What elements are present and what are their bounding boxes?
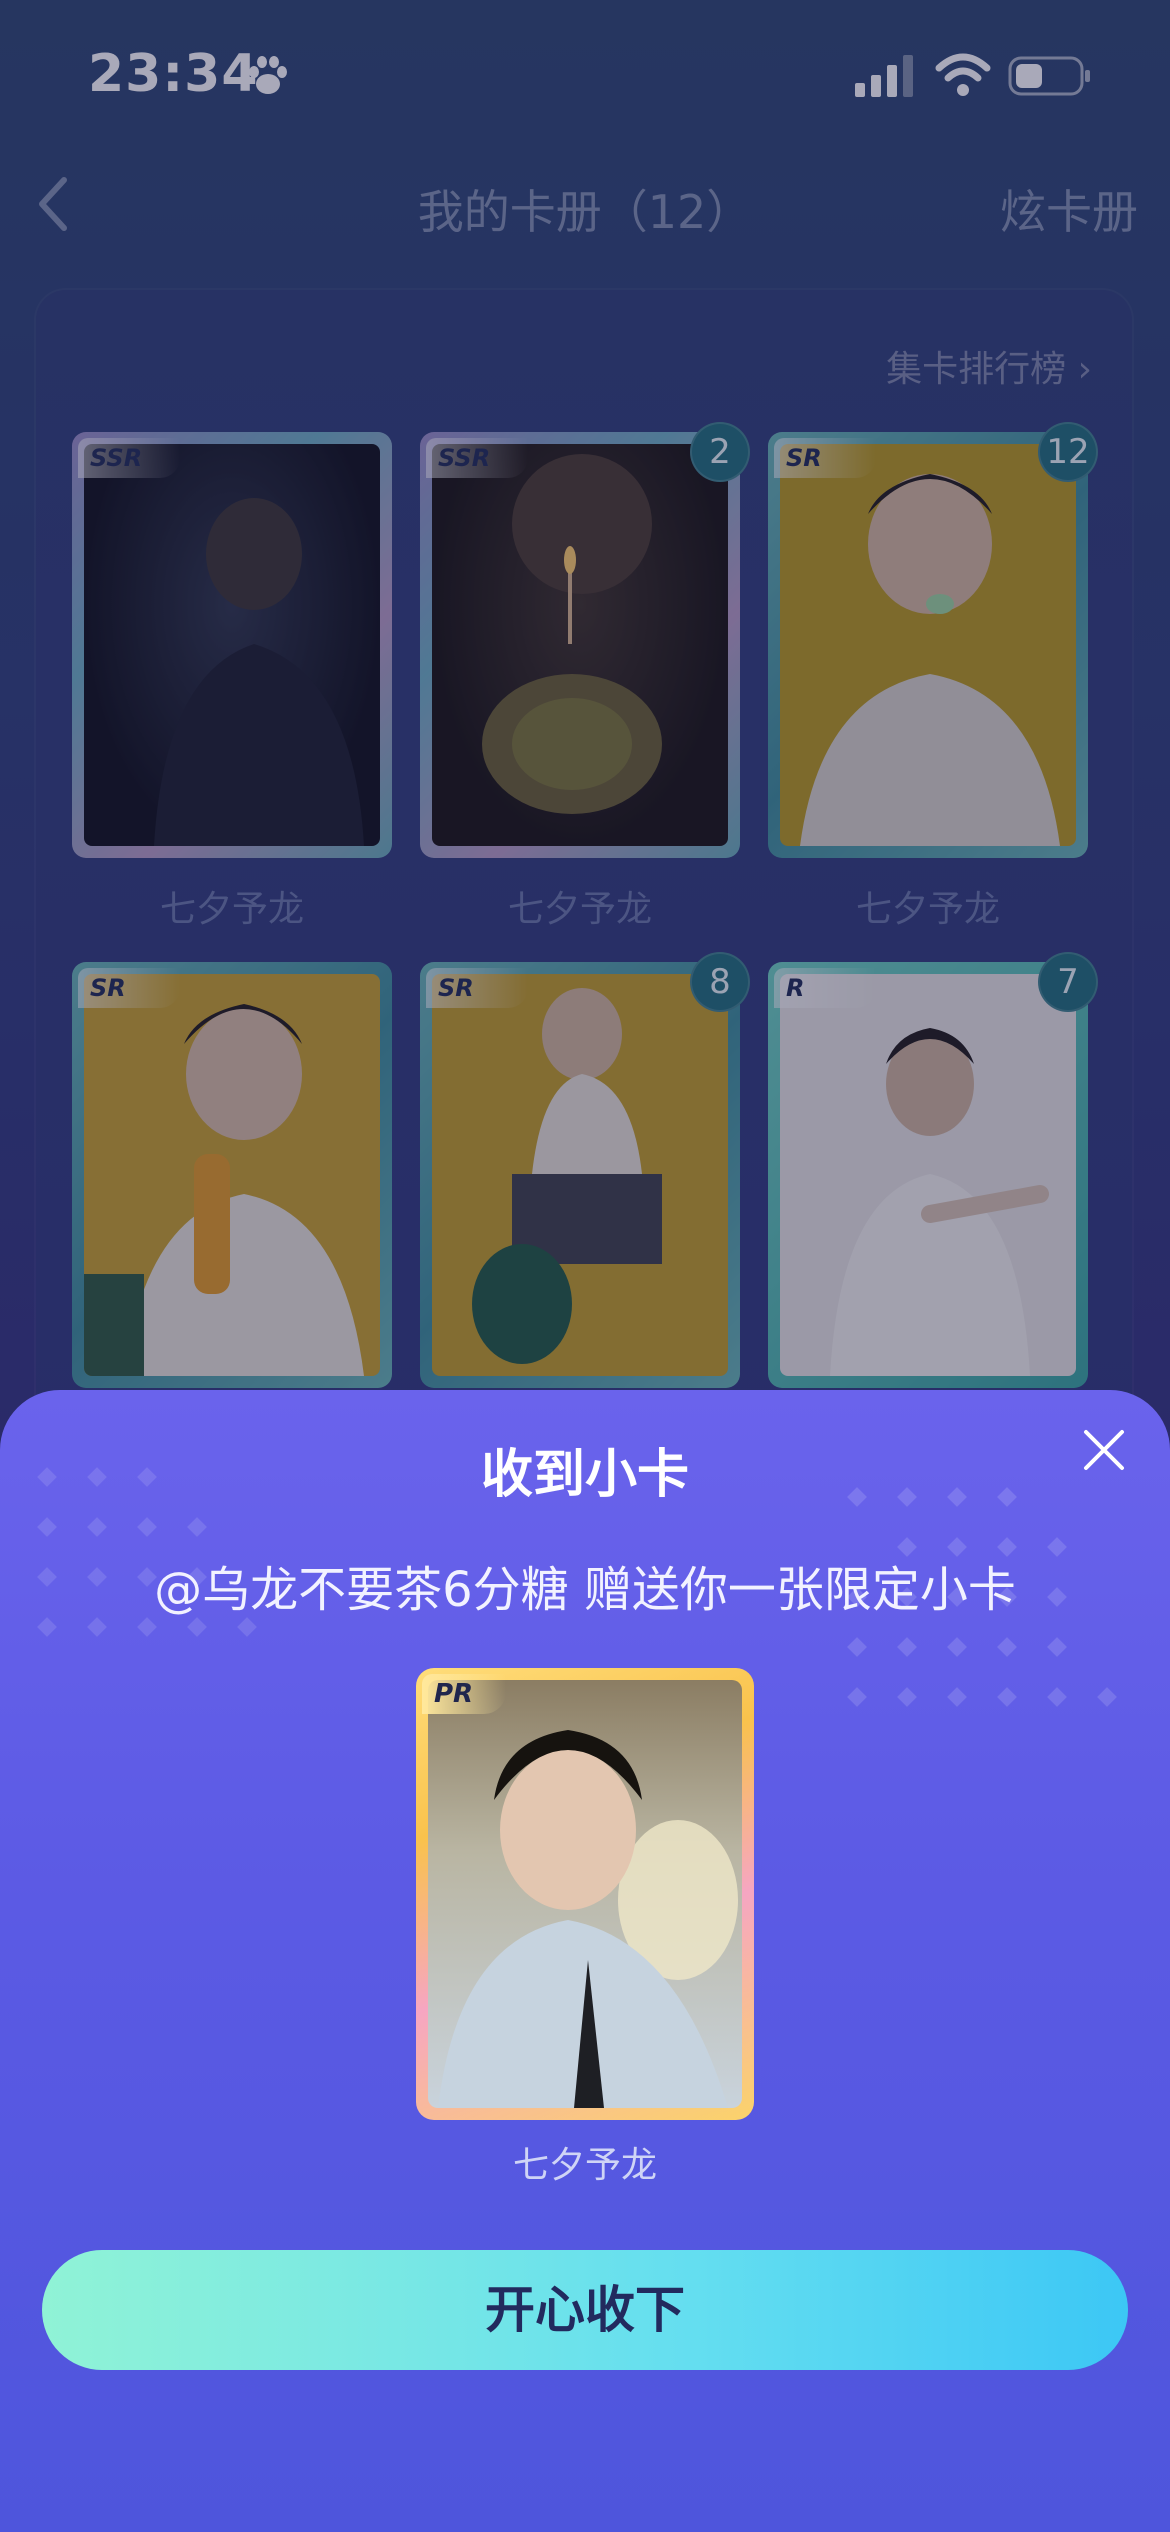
received-card-name: 七夕予龙 [512, 2145, 657, 2186]
sheet-title: 收到小卡 [480, 1445, 689, 1505]
accept-button[interactable]: 开心收下 [42, 2250, 1128, 2370]
received-card-sheet: 收到小卡 @乌龙不要茶6分糖 赠送你一张限定小卡 PR 七夕予龙 开心收下 [0, 1390, 1170, 2532]
received-card: PR [416, 1668, 754, 2120]
close-icon[interactable] [1078, 1424, 1130, 1476]
card-photo [428, 1680, 742, 2108]
gift-message: @乌龙不要茶6分糖 赠送你一张限定小卡 [154, 1562, 1016, 1618]
rarity-badge: PR [422, 1674, 506, 1714]
portrait-image [438, 1730, 738, 2108]
